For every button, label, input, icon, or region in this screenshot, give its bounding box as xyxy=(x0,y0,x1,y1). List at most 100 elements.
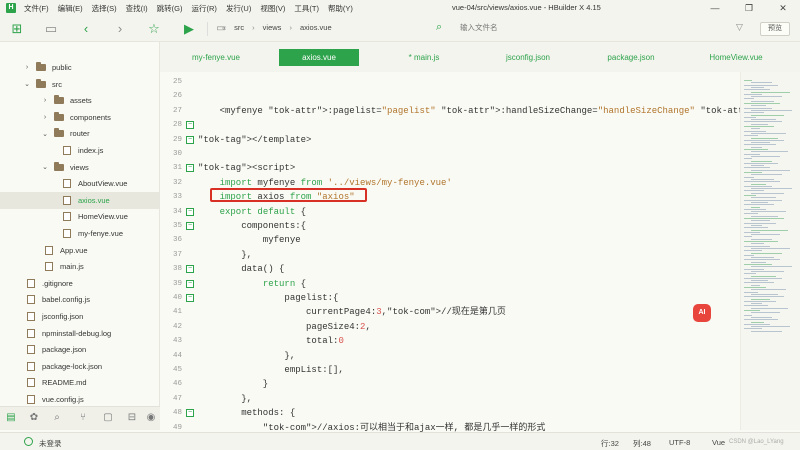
run-icon[interactable]: ▶ xyxy=(180,20,198,38)
menu-find[interactable]: 查找(I) xyxy=(126,3,148,14)
tree-file[interactable]: axios.vue xyxy=(0,191,159,209)
minimap-line xyxy=(751,96,782,98)
tree-file[interactable]: jsconfig.json xyxy=(0,308,159,325)
tree-file[interactable]: package-lock.json xyxy=(0,358,159,375)
chevron-down-icon[interactable]: ⌄ xyxy=(22,80,32,88)
minimap-line xyxy=(744,126,774,127)
code-line[interactable]: <myfenye "tok-attr">:pagelist="pagelist"… xyxy=(198,103,740,119)
file-icon xyxy=(27,278,35,288)
minimap-line xyxy=(751,243,764,245)
tree-file[interactable]: App.vue xyxy=(0,242,159,259)
tree-item-label: main.js xyxy=(60,262,84,272)
fold-toggle-icon[interactable]: − xyxy=(186,222,194,230)
new-file-icon[interactable]: ⊞ xyxy=(8,20,26,38)
save-icon[interactable]: ▭ xyxy=(42,20,60,38)
tree-file[interactable]: README.md xyxy=(0,374,159,391)
tree-file[interactable]: index.js xyxy=(0,142,159,159)
file-search-icon: ⌕ xyxy=(436,21,443,33)
fold-toggle-icon[interactable]: − xyxy=(186,164,194,173)
back-arrow-icon[interactable]: ‹ xyxy=(77,20,95,38)
restore-button[interactable]: ❐ xyxy=(732,0,766,16)
tree-folder[interactable]: › public xyxy=(0,59,159,76)
fold-toggle-icon[interactable]: − xyxy=(186,279,194,288)
menu-goto[interactable]: 跳转(G) xyxy=(157,3,183,14)
tree-item-label: components xyxy=(70,112,111,122)
preview-button[interactable]: 预览 xyxy=(760,22,790,36)
menu-publish[interactable]: 发行(U) xyxy=(226,3,251,14)
tree-item-label: public xyxy=(52,63,72,72)
tab-homeview[interactable]: HomeView.vue xyxy=(696,49,776,66)
chevron-right-icon[interactable]: › xyxy=(22,64,32,71)
search-panel-icon[interactable]: ⌕ xyxy=(50,412,64,423)
tree-file[interactable]: my-fenye.vue xyxy=(0,225,159,242)
menu-select[interactable]: 选择(S) xyxy=(92,3,117,14)
ai-assistant-button[interactable]: AI xyxy=(693,304,711,322)
outline-icon[interactable]: ▢ xyxy=(101,412,115,423)
file-name-input[interactable] xyxy=(460,23,680,32)
file-icon xyxy=(45,262,53,272)
close-window-button[interactable]: ✕ xyxy=(766,0,800,16)
chevron-right-icon[interactable]: › xyxy=(40,97,50,104)
fold-toggle-icon[interactable]: − xyxy=(186,294,194,302)
favorite-star-icon[interactable]: ☆ xyxy=(145,20,163,38)
encoding-status[interactable]: UTF-8 xyxy=(669,438,690,447)
tree-file[interactable]: vue.config.js xyxy=(0,391,159,406)
tab-my-fenye[interactable]: my-fenye.vue xyxy=(180,49,252,66)
tree-file[interactable]: babel.config.js xyxy=(0,291,159,308)
fold-toggle-icon[interactable]: − xyxy=(186,409,194,418)
minimize-button[interactable]: — xyxy=(698,0,732,16)
menu-file[interactable]: 文件(F) xyxy=(24,3,49,14)
project-manager-icon[interactable]: ▤ xyxy=(4,412,18,423)
login-status[interactable]: 未登录 xyxy=(39,438,62,449)
tab-package-json[interactable]: package.json xyxy=(593,49,669,66)
fold-toggle-icon[interactable]: − xyxy=(186,207,194,216)
minimap[interactable] xyxy=(740,72,800,430)
code-editor[interactable]: 25 26 27 <myfenye "tok-attr">:pagelist="pa… xyxy=(160,72,740,432)
tree-folder[interactable]: ⌄ src xyxy=(0,76,159,93)
code-line[interactable]: "tok-tag"></template> xyxy=(198,132,311,148)
tree-file[interactable]: package.json xyxy=(0,341,159,358)
filter-icon[interactable]: ▽ xyxy=(736,22,743,33)
tree-file[interactable]: main.js xyxy=(0,258,159,275)
minimap-line xyxy=(751,326,790,328)
file-icon xyxy=(27,378,35,388)
chevron-down-icon[interactable]: ⌄ xyxy=(40,130,50,138)
menu-edit[interactable]: 编辑(E) xyxy=(58,3,83,14)
tree-folder[interactable]: ⌄ router xyxy=(0,125,159,142)
tab-jsconfig[interactable]: jsconfig.json xyxy=(490,49,566,66)
menu-run[interactable]: 运行(R) xyxy=(192,3,217,14)
tab-axios[interactable]: axios.vue xyxy=(279,49,359,66)
minimap-line xyxy=(744,268,764,270)
chevron-right-icon[interactable]: › xyxy=(40,114,50,121)
menu-tools[interactable]: 工具(T) xyxy=(294,3,319,14)
minimap-line xyxy=(744,305,768,307)
code-line[interactable]: "tok-com">//axios:可以相当于和ajax一样, 都是几乎一样的形… xyxy=(198,420,546,432)
tree-folder[interactable]: ⌄ views xyxy=(0,159,159,176)
tab-main-js[interactable]: * main.js xyxy=(386,49,462,66)
bookmark-icon[interactable]: ⊟ xyxy=(125,412,139,423)
menu-help[interactable]: 帮助(Y) xyxy=(328,3,353,14)
cursor-column: 列:48 xyxy=(633,439,651,448)
source-control-icon[interactable]: ⑂ xyxy=(76,412,90,423)
tree-folder[interactable]: › components xyxy=(0,109,159,126)
tree-file[interactable]: .gitignore xyxy=(0,275,159,292)
minimap-line xyxy=(744,98,754,100)
tree-file[interactable]: AboutView.vue xyxy=(0,175,159,192)
tree-folder[interactable]: › assets xyxy=(0,92,159,109)
fold-toggle-icon[interactable]: − xyxy=(186,121,194,130)
breadcrumb-file[interactable]: axios.vue xyxy=(300,23,332,32)
forward-arrow-icon[interactable]: › xyxy=(111,20,129,38)
tree-file[interactable]: npminstall-debug.log xyxy=(0,325,159,342)
debug-icon[interactable]: ◉ xyxy=(144,412,158,423)
language-status[interactable]: Vue xyxy=(712,438,725,447)
fold-toggle-icon[interactable]: − xyxy=(186,135,194,144)
fold-toggle-icon[interactable]: − xyxy=(186,265,194,274)
plugin-icon[interactable]: ✿ xyxy=(27,412,41,423)
breadcrumb-views[interactable]: views xyxy=(263,23,282,32)
breadcrumb-back-icon[interactable]: « xyxy=(222,23,226,32)
minimap-line xyxy=(751,201,768,203)
chevron-down-icon[interactable]: ⌄ xyxy=(40,163,50,171)
breadcrumb-src[interactable]: src xyxy=(234,23,244,32)
menu-view[interactable]: 视图(V) xyxy=(260,3,285,14)
tree-file[interactable]: HomeView.vue xyxy=(0,208,159,225)
